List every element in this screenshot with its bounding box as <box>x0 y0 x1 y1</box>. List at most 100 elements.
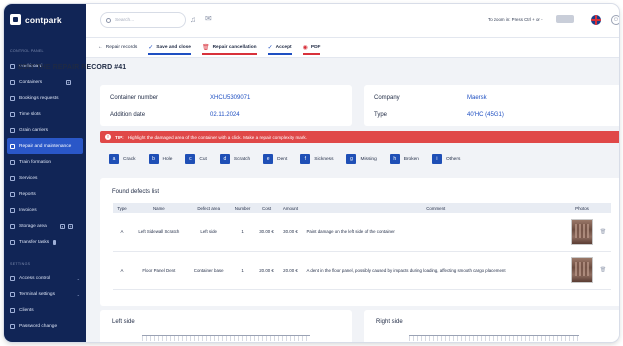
sidebar-item-transfer-tasks[interactable]: Transfer tasks <box>4 234 86 250</box>
defect-photo[interactable] <box>571 257 593 283</box>
right-side-card: Right side <box>364 310 619 342</box>
clock-icon <box>10 111 15 117</box>
cell-delete[interactable]: 🗑 <box>595 251 611 289</box>
search-icon <box>106 17 111 23</box>
legend-label: Broken <box>403 156 419 162</box>
defect-legend: a Crack b Hole c Cut d Scratch e Dent f Sickne… <box>109 154 473 164</box>
legend-item-missing[interactable]: g Missing <box>346 154 377 164</box>
sidebar-item-label: Terminal settings <box>19 291 55 297</box>
sidebar-item-time-slots[interactable]: Time slots <box>4 106 86 122</box>
sidebar-item-train-formation[interactable]: Train formation <box>4 154 86 170</box>
zoom-hint: To zoom in: Press Ctrl + or - <box>488 17 543 22</box>
sidebar-item-services[interactable]: Services <box>4 170 86 186</box>
pdf-button[interactable]: ◉ PDF <box>302 38 321 58</box>
defects-card: Found defects list Type Name Defect area… <box>100 178 619 306</box>
cell-amount: 30.00 € <box>283 229 298 235</box>
table-row[interactable]: A Floor Panel Dent Container base 1 20.0… <box>113 251 611 289</box>
cell-number: 1 <box>241 267 244 273</box>
container-number-value[interactable]: XHCU5309071 <box>210 95 250 101</box>
defect-photo[interactable] <box>571 218 593 245</box>
user-menu[interactable] <box>556 15 574 23</box>
sidebar-item-label: Bookings requests <box>19 95 59 101</box>
container-icon <box>10 79 15 85</box>
logo[interactable]: contpark <box>10 14 62 25</box>
sidebar-item-terminal-settings[interactable]: Terminal settings ⌄ <box>4 286 86 302</box>
sidebar-item-label: Train formation <box>19 159 52 165</box>
legend-item-scratch[interactable]: d Scratch <box>219 154 251 164</box>
right-side-title: Right side <box>376 319 403 325</box>
language-flag-icon[interactable] <box>591 15 601 25</box>
sidebar-item-label: Reports <box>19 191 36 197</box>
sidebar-item-label: Transfer tasks <box>19 239 50 245</box>
legend-item-cut[interactable]: c Cut <box>185 154 207 164</box>
storage-grid-icon[interactable]: ▪ <box>60 223 65 229</box>
legend-item-crack[interactable]: a Crack <box>109 154 136 164</box>
trash-icon[interactable]: 🗑 <box>600 229 606 235</box>
column-header-empty <box>595 203 611 213</box>
sidebar-item-label: Storage area <box>19 223 47 229</box>
legend-label: Sickness <box>314 156 334 162</box>
legend-key: b <box>148 154 159 164</box>
mail-icon[interactable]: ✉ <box>205 14 212 23</box>
back-button[interactable]: ← Repair records <box>98 38 137 58</box>
services-icon <box>10 175 15 181</box>
train-icon <box>10 159 15 165</box>
table-header-row: Type Name Defect area Number Cost Amount… <box>113 203 611 213</box>
type-label: Type <box>374 112 388 118</box>
accept-button[interactable]: ✓ Accept <box>267 38 292 58</box>
legend-item-dent[interactable]: e Dent <box>263 154 287 164</box>
sidebar-item-password-change[interactable]: Password change <box>4 318 86 334</box>
sidebar-item-bookings[interactable]: Bookings requests <box>4 90 86 106</box>
cell-photo[interactable] <box>569 251 595 289</box>
legend-label: Dent <box>277 156 288 162</box>
sidebar-item-invoices[interactable]: Invoices <box>4 202 86 218</box>
column-header: Photos <box>575 205 589 211</box>
grain-icon <box>10 127 15 133</box>
column-header: Number <box>234 205 251 211</box>
legend-item-broken[interactable]: h Broken <box>389 154 419 164</box>
storage-add-icon[interactable]: + <box>68 223 73 229</box>
legend-key: h <box>389 154 400 164</box>
table-row[interactable]: A Left Sidewall Scratch Left side 1 30.0… <box>113 213 611 251</box>
logout-icon[interactable]: ⏻ <box>611 15 619 25</box>
add-container-icon[interactable]: + <box>66 79 71 85</box>
cell-name: Floor Panel Dent <box>142 267 176 273</box>
sidebar-item-access-control[interactable]: Access control ⌄ <box>4 270 86 286</box>
search-placeholder: Search... <box>115 17 135 23</box>
sidebar-item-repair[interactable]: Repair and maintenance <box>7 138 83 154</box>
cell-photo[interactable] <box>569 213 595 251</box>
cell-delete[interactable]: 🗑 <box>595 213 611 251</box>
sidebar-item-containers[interactable]: Containers + <box>4 74 86 90</box>
sidebar-item-storage-area[interactable]: Storage area ▪ + <box>4 218 86 234</box>
sidebar-item-label: Access control <box>19 275 51 281</box>
bookings-icon <box>10 95 15 101</box>
bell-icon[interactable]: ♫ <box>190 15 196 24</box>
defects-title: Found defects list <box>112 189 160 195</box>
repair-cancellation-button[interactable]: 🗑 Repair cancellation <box>201 38 257 58</box>
legend-item-others[interactable]: i Others <box>431 154 460 164</box>
search-input[interactable]: Search... <box>100 12 186 28</box>
legend-item-hole[interactable]: b Hole <box>148 154 172 164</box>
sidebar-item-clients[interactable]: Clients <box>4 302 86 318</box>
left-side-card: Left side <box>100 310 352 342</box>
legend-label: Scratch <box>233 156 251 162</box>
left-side-container-view[interactable] <box>142 335 310 341</box>
pdf-label: PDF <box>310 45 321 50</box>
sidebar-item-reports[interactable]: Reports <box>4 186 86 202</box>
sidebar-item-grain-carriers[interactable]: Grain carriers <box>4 122 86 138</box>
company-value[interactable]: Maersk <box>467 95 487 101</box>
logo-text: contpark <box>25 14 62 25</box>
cell-comment: A dent in the floor panel, possibly caus… <box>306 267 506 273</box>
trash-icon: 🗑 <box>201 45 210 51</box>
trash-icon[interactable]: 🗑 <box>600 267 606 273</box>
sidebar-section-label: CONTROL PANEL <box>10 49 44 53</box>
save-close-button[interactable]: ✓ Save and close <box>148 38 191 58</box>
cell-cost: 30.00 € <box>259 229 274 235</box>
company-label: Company <box>374 95 400 101</box>
legend-item-sickness[interactable]: f Sickness <box>300 154 333 164</box>
company-info-card: Company Maersk Type 40'HC (45G1) <box>364 85 619 126</box>
sidebar-item-label: Invoices <box>19 207 37 213</box>
right-side-container-view[interactable] <box>409 335 579 341</box>
addition-date-label: Addition date <box>110 112 146 118</box>
column-header: Name <box>153 205 165 211</box>
